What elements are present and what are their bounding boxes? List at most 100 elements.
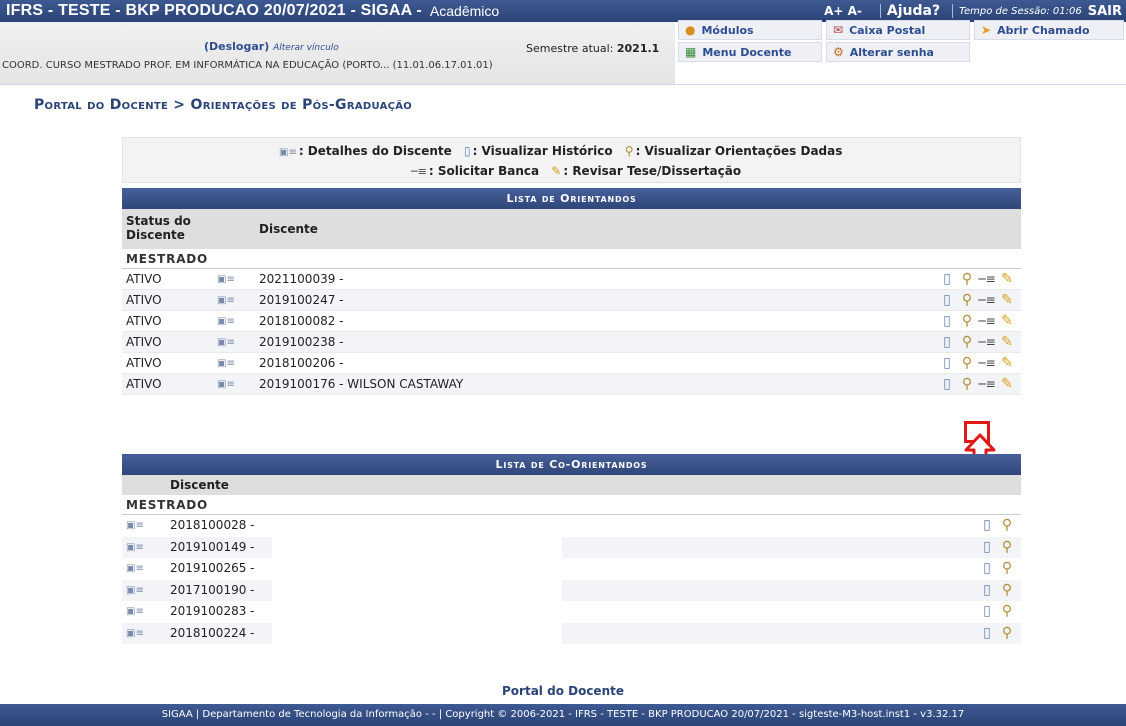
student-details-icon: ▣≡ xyxy=(279,147,297,158)
redacted-area xyxy=(272,601,562,623)
history-icon[interactable]: ▯ xyxy=(977,601,997,622)
student-status: ATIVO xyxy=(126,293,162,307)
modules-button[interactable]: ● Módulos xyxy=(678,20,822,40)
open-ticket-button[interactable]: ➤ Abrir Chamado xyxy=(974,20,1124,40)
table-row: ▣≡ 2017100190 - ▯ ⚲ xyxy=(122,579,1021,601)
student-status: ATIVO xyxy=(126,314,162,328)
history-icon[interactable]: ▯ xyxy=(937,332,957,353)
history-icon[interactable]: ▯ xyxy=(977,623,997,644)
student-details-icon[interactable]: ▣≡ xyxy=(217,332,235,353)
table-row: ATIVO ▣≡ 2021100039 - ▯ ⚲ ─≡ ✎ xyxy=(122,269,1021,290)
magnifier-icon[interactable]: ⚲ xyxy=(957,332,977,353)
footer-portal-link[interactable]: Portal do Docente xyxy=(0,684,1126,698)
magnifier-icon[interactable]: ⚲ xyxy=(957,311,977,332)
unit-name: COORD. CURSO MESTRADO PROF. EM INFORMÁTI… xyxy=(2,60,493,71)
student-details-icon[interactable]: ▣≡ xyxy=(217,353,235,374)
magnifier-icon[interactable]: ⚲ xyxy=(957,353,977,374)
history-icon[interactable]: ▯ xyxy=(937,290,957,311)
student-details-icon[interactable]: ▣≡ xyxy=(217,290,235,311)
table-row: ▣≡ 2019100265 - ▯ ⚲ xyxy=(122,558,1021,580)
magnifier-icon[interactable]: ⚲ xyxy=(997,537,1017,558)
student-details-icon[interactable]: ▣≡ xyxy=(126,558,144,579)
logout-link[interactable]: (Deslogar) Alterar vínculo xyxy=(204,40,339,53)
student-name: 2019100238 - xyxy=(259,335,344,349)
table-row: ▣≡ 2018100028 - ▯ ⚲ xyxy=(122,515,1021,537)
co-orientees-title: Lista de Co-Orientandos xyxy=(122,454,1021,475)
request-board-icon[interactable]: ─≡ xyxy=(977,311,997,332)
pencil-icon[interactable]: ✎ xyxy=(997,290,1017,311)
request-board-icon[interactable]: ─≡ xyxy=(977,332,997,353)
co-orientees-panel: Lista de Co-Orientandos Discente MESTRAD… xyxy=(122,454,1021,644)
student-name: 2021100039 - xyxy=(259,272,344,286)
mailbox-label: Caixa Postal xyxy=(849,23,926,37)
history-icon[interactable]: ▯ xyxy=(937,269,957,290)
request-board-icon[interactable]: ─≡ xyxy=(977,374,997,395)
history-icon: ▯ xyxy=(463,144,471,158)
table-row: ▣≡ 2019100283 - ▯ ⚲ xyxy=(122,601,1021,623)
exit-link[interactable]: SAIR xyxy=(1088,4,1122,19)
history-icon[interactable]: ▯ xyxy=(977,515,997,536)
request-board-icon[interactable]: ─≡ xyxy=(977,269,997,290)
table-row: ATIVO ▣≡ 2019100176 - WILSON CASTAWAY ▯ ⚲ ─≡ ✎ xyxy=(122,374,1021,395)
row-actions: ▯ ⚲ xyxy=(977,601,1017,622)
mailbox-button[interactable]: ✉ Caixa Postal xyxy=(826,20,970,40)
open-ticket-label: Abrir Chamado xyxy=(997,23,1090,37)
current-semester: Semestre atual: 2021.1 xyxy=(526,42,659,55)
request-board-icon[interactable]: ─≡ xyxy=(977,290,997,311)
pencil-icon[interactable]: ✎ xyxy=(997,311,1017,332)
student-details-icon[interactable]: ▣≡ xyxy=(126,515,144,536)
student-details-icon[interactable]: ▣≡ xyxy=(217,311,235,332)
top-bar: IFRS - TESTE - BKP PRODUCAO 20/07/2021 -… xyxy=(0,0,1126,22)
table-row: ATIVO ▣≡ 2019100247 - ▯ ⚲ ─≡ ✎ xyxy=(122,290,1021,311)
legend-orientations: : Visualizar Orientações Dadas xyxy=(635,144,843,158)
redacted-area xyxy=(272,579,562,601)
student-details-icon[interactable]: ▣≡ xyxy=(126,601,144,622)
change-link[interactable]: Alterar vínculo xyxy=(273,43,339,53)
row-actions: ▯ ⚲ ─≡ ✎ xyxy=(937,374,1017,395)
student-details-icon[interactable]: ▣≡ xyxy=(126,623,144,644)
magnifier-icon[interactable]: ⚲ xyxy=(957,374,977,395)
font-size-controls[interactable]: A+ A- xyxy=(824,4,862,18)
logout-label[interactable]: (Deslogar) xyxy=(204,40,269,53)
row-actions: ▯ ⚲ ─≡ ✎ xyxy=(937,311,1017,332)
magnifier-icon[interactable]: ⚲ xyxy=(997,623,1017,644)
magnifier-icon[interactable]: ⚲ xyxy=(997,558,1017,579)
magnifier-icon[interactable]: ⚲ xyxy=(957,269,977,290)
request-board-icon[interactable]: ─≡ xyxy=(977,353,997,374)
student-details-icon[interactable]: ▣≡ xyxy=(217,374,235,395)
row-actions: ▯ ⚲ xyxy=(977,623,1017,644)
pencil-icon[interactable]: ✎ xyxy=(997,353,1017,374)
row-actions: ▯ ⚲ xyxy=(977,515,1017,536)
history-icon[interactable]: ▯ xyxy=(937,374,957,395)
history-icon[interactable]: ▯ xyxy=(937,311,957,332)
legend-box: ▣≡: Detalhes do Discente ▯: Visualizar H… xyxy=(122,137,1021,183)
password-icon: ⚙ xyxy=(833,45,844,59)
help-link[interactable]: Ajuda? xyxy=(887,3,940,19)
magnifier-icon[interactable]: ⚲ xyxy=(997,601,1017,622)
student-name: 2019100176 - WILSON CASTAWAY xyxy=(259,377,464,391)
history-icon[interactable]: ▯ xyxy=(977,558,997,579)
history-icon[interactable]: ▯ xyxy=(937,353,957,374)
student-name: 2019100265 - xyxy=(170,561,255,575)
pencil-icon[interactable]: ✎ xyxy=(997,332,1017,353)
student-details-icon[interactable]: ▣≡ xyxy=(126,580,144,601)
redacted-area xyxy=(272,515,562,537)
ticket-icon: ➤ xyxy=(981,23,992,37)
student-details-icon[interactable]: ▣≡ xyxy=(217,269,235,290)
pencil-icon[interactable]: ✎ xyxy=(997,374,1017,395)
group-label: MESTRADO xyxy=(122,249,1021,269)
history-icon[interactable]: ▯ xyxy=(977,537,997,558)
magnifier-icon[interactable]: ⚲ xyxy=(997,515,1017,536)
student-details-icon[interactable]: ▣≡ xyxy=(126,537,144,558)
change-password-button[interactable]: ⚙ Alterar senha xyxy=(826,42,970,62)
module-shortcuts: ● Módulos ✉ Caixa Postal ➤ Abrir Chamado… xyxy=(678,20,1126,66)
row-actions: ▯ ⚲ xyxy=(977,558,1017,579)
history-icon[interactable]: ▯ xyxy=(977,580,997,601)
pencil-icon: ✎ xyxy=(551,164,562,178)
magnifier-icon[interactable]: ⚲ xyxy=(957,290,977,311)
teacher-menu-label: Menu Docente xyxy=(702,45,792,59)
teacher-menu-button[interactable]: ▦ Menu Docente xyxy=(678,42,822,62)
magnifier-icon[interactable]: ⚲ xyxy=(997,580,1017,601)
pencil-icon[interactable]: ✎ xyxy=(997,269,1017,290)
breadcrumb[interactable]: Portal do Docente > Orientações de Pós-G… xyxy=(34,97,412,113)
